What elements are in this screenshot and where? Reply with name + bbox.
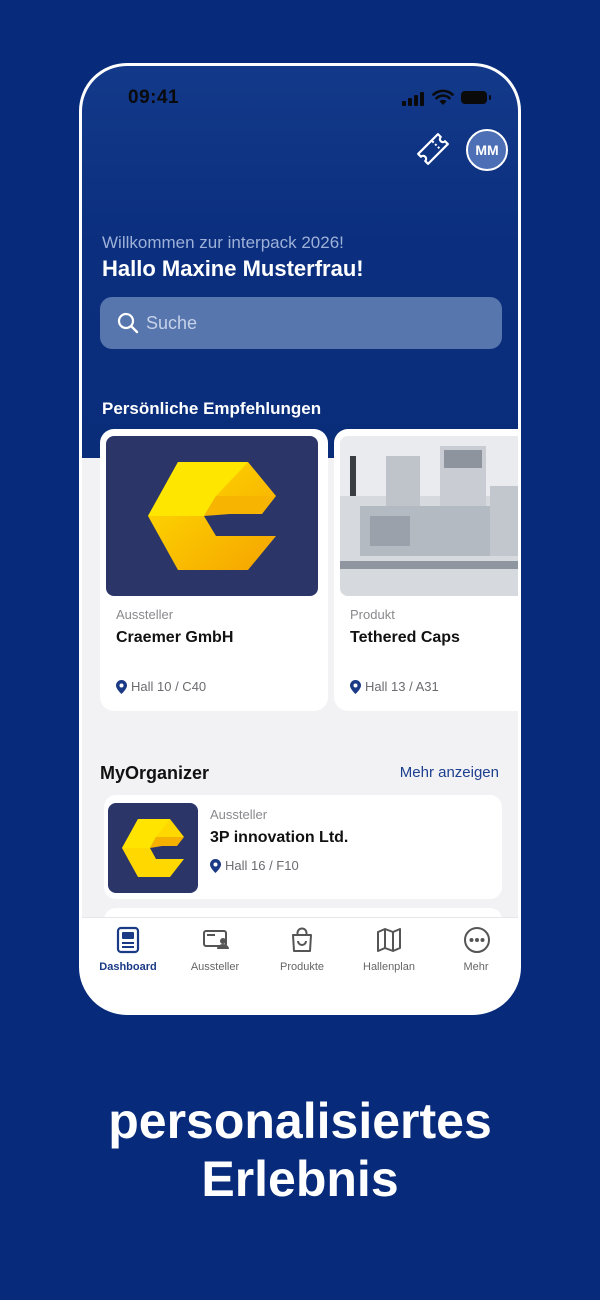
item-type: Aussteller (210, 807, 268, 822)
show-more-link[interactable]: Mehr anzeigen (400, 764, 499, 781)
card-type: Produkt (350, 607, 395, 622)
tab-label: Aussteller (190, 961, 240, 973)
phone-frame: 09:41 MM Willkommen zur interpack 2026! … (79, 63, 521, 1015)
item-location: Hall 16 / F10 (210, 858, 299, 873)
tab-aussteller[interactable]: Aussteller (171, 918, 259, 988)
tab-mehr[interactable]: Mehr (432, 918, 518, 988)
battery-icon (461, 91, 491, 104)
status-time: 09:41 (128, 87, 180, 108)
more-icon (464, 927, 490, 953)
map-icon (377, 928, 401, 952)
ticket-icon[interactable] (414, 130, 452, 168)
card-name: Tethered Caps (350, 629, 460, 646)
card-type: Aussteller (116, 607, 174, 622)
craemer-logo (106, 436, 318, 596)
shopping-bag-icon (292, 927, 312, 952)
card-location: Hall 10 / C40 (116, 679, 206, 694)
tagline-line: personalisiertes (108, 1093, 492, 1149)
recommendation-card[interactable]: Aussteller Craemer GmbH Hall 10 / C40 (100, 429, 328, 711)
organizer-title: MyOrganizer (100, 763, 210, 783)
recommendations-title: Persönliche Empfehlungen (102, 399, 322, 418)
tab-bar: Dashboard Aussteller Produkte Hallenplan… (82, 917, 518, 1012)
tab-dashboard[interactable]: Dashboard (84, 918, 172, 988)
search-bar[interactable] (100, 297, 502, 349)
tab-label: Produkte (279, 961, 325, 973)
welcome-text: Willkommen zur interpack 2026! (102, 233, 344, 252)
location-pin-icon (116, 679, 127, 694)
greeting-title: Hallo Maxine Musterfrau! (102, 256, 364, 281)
dashboard-icon (116, 926, 140, 954)
status-bar: 09:41 (82, 86, 518, 110)
avatar[interactable]: MM (466, 129, 508, 171)
card-location-text: Hall 10 / C40 (131, 679, 207, 694)
product-image (340, 436, 518, 596)
location-pin-icon (210, 858, 221, 873)
tab-hallenplan[interactable]: Hallenplan (345, 918, 433, 988)
card-name: Craemer GmbH (116, 629, 234, 646)
recommendation-card[interactable]: Produkt Tethered Caps Hall 13 / A31 (334, 429, 518, 711)
tab-label: Dashboard (99, 961, 157, 973)
item-location-text: Hall 16 / F10 (225, 858, 299, 873)
signal-icon (402, 92, 426, 106)
wifi-icon (432, 89, 454, 105)
tab-produkte[interactable]: Produkte (258, 918, 346, 988)
company-logo (108, 803, 198, 893)
search-input[interactable] (146, 297, 486, 349)
item-name: 3P innovation Ltd. (210, 829, 349, 846)
card-location: Hall 13 / A31 (350, 679, 439, 694)
search-icon (117, 312, 139, 334)
exhibitor-icon (203, 930, 229, 949)
tab-label: Hallenplan (363, 961, 415, 973)
tagline: personalisiertes Erlebnis (0, 1092, 600, 1208)
location-pin-icon (350, 679, 361, 694)
card-location-text: Hall 13 / A31 (365, 679, 439, 694)
tab-label: Mehr (463, 961, 489, 973)
organizer-item[interactable]: Aussteller 3P innovation Ltd. Hall 16 / … (104, 795, 502, 899)
tagline-line: Erlebnis (201, 1151, 399, 1207)
